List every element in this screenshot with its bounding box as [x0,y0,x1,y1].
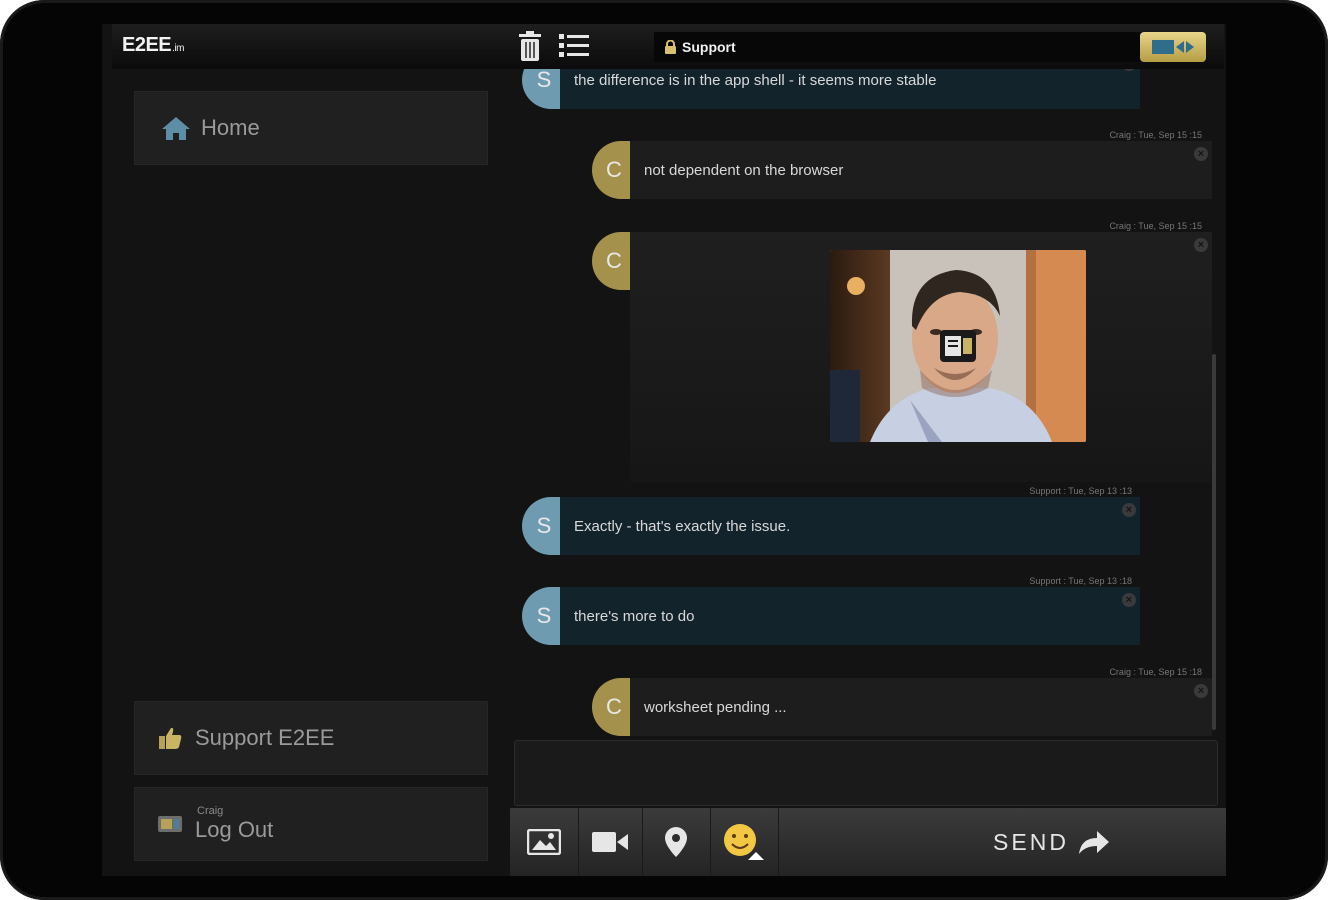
logout-button[interactable]: Craig Log Out [134,787,488,861]
message-text: Exactly - that's exactly the issue. [574,517,791,535]
message-bubble: worksheet pending ... × [630,678,1212,736]
message-meta: Craig : Tue, Sep 15 :15 [1109,130,1202,140]
app-screen: E2EE.im Support Home Support E2EE Craig … [102,24,1226,876]
message-item: C not dependent on the browser × [592,141,1212,199]
conversation-title-text: Support [682,39,736,55]
chat-scrollbar[interactable] [1212,354,1216,730]
video-message: C × [592,232,1212,482]
message-bubble: Exactly - that's exactly the issue. × [560,497,1140,555]
thumbs-up-icon [159,727,182,749]
home-icon [162,117,190,140]
video-toggle-button[interactable] [1140,32,1206,62]
video-thumbnail[interactable] [830,250,1086,442]
sender-avatar: C [592,232,632,290]
share-location-button[interactable] [642,808,711,876]
video-thumbnail-image [830,250,1086,442]
send-label: SEND [993,828,1069,855]
top-bar: E2EE.im Support [112,24,1224,69]
image-icon [527,829,561,855]
send-arrow-icon [1078,831,1109,854]
message-item: S there's more to do × [522,587,1140,645]
list-icon[interactable] [558,32,590,60]
sender-avatar: S [522,69,562,109]
delete-message-icon[interactable]: × [1122,593,1136,607]
delete-message-icon[interactable]: × [1194,147,1208,161]
delete-message-icon[interactable]: × [1122,503,1136,517]
message-item: S the difference is in the app shell - i… [522,69,1140,109]
delete-message-icon[interactable]: × [1194,684,1208,698]
attach-video-button[interactable] [578,808,643,876]
message-text: the difference is in the app shell - it … [574,71,937,89]
logout-username: Craig [197,805,224,817]
delete-message-icon[interactable]: × [1194,238,1208,252]
chat-area[interactable]: S the difference is in the app shell - i… [514,69,1224,739]
emoji-button[interactable] [710,808,779,876]
message-item: C worksheet pending ... × [592,678,1212,736]
logout-label: Log Out [195,817,274,842]
message-meta: Support : Tue, Sep 13 :13 [1029,486,1132,496]
message-meta: Craig : Tue, Sep 15 :18 [1109,667,1202,677]
sender-avatar: C [592,141,632,199]
support-e2ee-label: Support E2EE [195,725,335,750]
message-meta: Craig : Tue, Sep 15 :15 [1109,221,1202,231]
message-item: S Exactly - that's exactly the issue. × [522,497,1140,555]
video-camera-icon [592,832,628,852]
support-e2ee-button[interactable]: Support E2EE [134,701,488,775]
home-button[interactable]: Home [134,91,488,165]
message-text: there's more to do [574,607,695,625]
attach-image-button[interactable] [510,808,579,876]
video-toggle-icon [1152,40,1194,54]
message-meta: Support : Tue, Sep 13 :18 [1029,576,1132,586]
message-text: not dependent on the browser [644,161,844,179]
delete-message-icon[interactable]: × [1122,69,1136,71]
lock-icon [665,40,676,54]
trash-icon[interactable] [516,30,544,62]
message-text: worksheet pending ... [644,698,787,716]
send-button[interactable]: SEND [878,808,1226,876]
home-label: Home [201,115,260,140]
compose-toolbar: SEND [510,808,1226,876]
conversation-title[interactable]: Support [654,32,1144,62]
logout-icon [158,816,182,832]
message-bubble: there's more to do × [560,587,1140,645]
message-bubble: the difference is in the app shell - it … [560,69,1140,109]
sender-avatar: C [592,678,632,736]
message-bubble: not dependent on the browser × [630,141,1212,199]
location-pin-icon [665,827,687,857]
smiley-icon [724,824,764,860]
sender-avatar: S [522,587,562,645]
device-frame: E2EE.im Support Home Support E2EE Craig … [0,0,1328,900]
app-logo: E2EE.im [122,34,184,56]
message-input[interactable] [514,740,1218,806]
sender-avatar: S [522,497,562,555]
message-bubble: × [630,232,1212,482]
